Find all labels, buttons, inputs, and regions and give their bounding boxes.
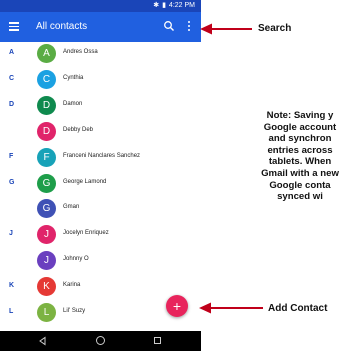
section-letter: K: [9, 282, 15, 290]
menu-icon[interactable]: [9, 22, 19, 31]
avatar: D: [37, 121, 56, 141]
contact-row[interactable]: J J Jocelyn Enriquez: [0, 223, 201, 247]
battery-icon: ▮: [162, 2, 166, 9]
contact-name: Johnny O: [63, 256, 89, 263]
add-contact-arrow: [199, 302, 263, 314]
section-letter: L: [9, 308, 14, 315]
contact-name: Gman: [63, 204, 80, 211]
avatar: G: [37, 173, 56, 193]
navigation-bar: [0, 331, 201, 351]
avatar: J: [37, 251, 56, 271]
note-line: Google account: [263, 121, 337, 133]
avatar: C: [37, 69, 56, 89]
status-bar: ✱ ▮ 4:22 PM: [0, 0, 201, 12]
contact-row[interactable]: G G George Lamond: [0, 172, 201, 196]
section-letter: A: [9, 49, 15, 56]
app-bar: All contacts: [0, 12, 201, 42]
status-time: 4:22 PM: [168, 2, 195, 9]
avatar: G: [37, 199, 56, 219]
section-letter: D: [9, 100, 15, 108]
search-icon[interactable]: [163, 20, 175, 32]
contact-name: Jocelyn Enriquez: [63, 230, 109, 237]
contact-row[interactable]: G Gman: [0, 197, 201, 221]
contact-name: Franceni Nanclares Sanchez: [63, 152, 141, 159]
avatar: F: [37, 147, 56, 167]
avatar: A: [37, 44, 56, 63]
section-letter: C: [9, 74, 15, 82]
contact-name: Debby Deb: [63, 126, 94, 133]
contact-row[interactable]: C C Cynthia: [0, 68, 201, 92]
section-letter: J: [9, 230, 13, 238]
note-line: synced wi: [277, 191, 323, 203]
contact-name: Karina: [63, 282, 81, 289]
search-arrow: [200, 23, 252, 35]
contact-name: George Lamond: [63, 178, 107, 185]
note-line: Note: Saving y: [266, 110, 334, 121]
contact-row[interactable]: D D Damon: [0, 94, 201, 118]
note-line: tablets. When: [268, 156, 332, 168]
note-line: entries across: [267, 144, 333, 156]
page-title: All contacts: [36, 21, 88, 32]
add-contact-button[interactable]: +: [166, 295, 188, 317]
add-contact-annotation-label: Add Contact: [268, 303, 328, 314]
note-line: Google conta: [269, 179, 331, 191]
contact-row[interactable]: F F Franceni Nanclares Sanchez: [0, 146, 201, 170]
more-vert-icon[interactable]: [186, 21, 192, 33]
recent-apps-icon[interactable]: [154, 337, 161, 344]
back-icon[interactable]: [38, 336, 48, 346]
note-text: Note: Saving y Google account and synchron…: [220, 110, 339, 203]
note-line: Gmail with a new: [261, 167, 339, 179]
avatar: J: [37, 225, 56, 245]
contact-name: Lil' Suzy: [63, 308, 86, 314]
section-letter: G: [9, 178, 15, 186]
search-annotation-label: Search: [258, 23, 292, 34]
contact-row[interactable]: A A Andres Ossa: [0, 42, 201, 66]
contact-name: Damon: [63, 100, 83, 107]
avatar: K: [37, 277, 56, 297]
contact-row[interactable]: J Johnny O: [0, 249, 201, 273]
contact-name: Andres Ossa: [63, 49, 98, 55]
phone-screen: ✱ ▮ 4:22 PM All contacts A A Andres Ossa C C…: [0, 0, 201, 351]
note-line: and synchron: [268, 133, 332, 145]
section-letter: F: [9, 152, 14, 160]
home-icon[interactable]: [96, 336, 105, 345]
avatar: L: [37, 303, 56, 322]
avatar: D: [37, 95, 56, 115]
contact-row[interactable]: D Debby Deb: [0, 120, 201, 144]
contact-name: Cynthia: [63, 74, 84, 81]
bluetooth-icon: ✱: [153, 2, 160, 9]
